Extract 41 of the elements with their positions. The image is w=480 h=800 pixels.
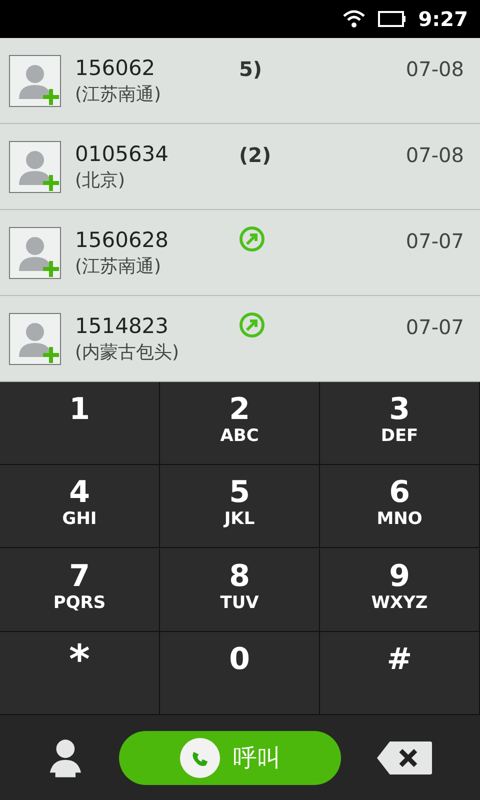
dial-key[interactable]: 8 TUV <box>160 548 320 632</box>
call-date: 07-07 <box>406 228 464 255</box>
dial-key[interactable]: 7 PQRS <box>0 548 160 632</box>
phone-number: 1514823 <box>75 312 170 340</box>
location-label: (北京) <box>75 168 126 192</box>
call-count: 5) <box>239 57 262 81</box>
dial-key[interactable]: 9 WXYZ <box>320 548 480 632</box>
contact-avatar-icon[interactable] <box>9 226 61 278</box>
dial-key[interactable]: 2 ABC <box>160 382 320 465</box>
call-date: 07-08 <box>406 142 464 169</box>
phone-number: 0105634 <box>75 140 170 168</box>
contacts-icon[interactable] <box>48 736 83 778</box>
contact-avatar-icon[interactable] <box>9 54 61 106</box>
call-log-row[interactable]: 0105634 (北京) (2) 07-08 <box>0 124 480 210</box>
call-log-row[interactable]: 1560628 (江苏南通) 07-07 <box>0 210 480 296</box>
dial-key[interactable]: # <box>320 632 480 715</box>
dial-key[interactable]: 5 JKL <box>160 465 320 548</box>
phone-number: 156062 <box>75 54 156 82</box>
dial-key[interactable]: 1 <box>0 382 160 465</box>
battery-icon <box>378 11 406 27</box>
outgoing-call-icon <box>239 226 265 252</box>
dial-key[interactable]: 4 GHI <box>0 465 160 548</box>
location-label: (内蒙古包头) <box>75 340 180 364</box>
wifi-icon <box>342 9 366 29</box>
outgoing-call-icon <box>239 312 265 338</box>
contact-avatar-icon[interactable] <box>9 140 61 192</box>
phone-number: 1560628 <box>75 226 170 254</box>
location-label: (江苏南通) <box>75 254 162 278</box>
dial-key[interactable]: 0 <box>160 632 320 715</box>
call-log-row[interactable]: 156062 (江苏南通) 5) 07-08 <box>0 38 480 124</box>
backspace-icon[interactable] <box>376 740 432 776</box>
contact-avatar-icon[interactable] <box>9 312 61 364</box>
call-date: 07-08 <box>406 56 464 83</box>
location-label: (江苏南通) <box>75 82 162 106</box>
dial-key[interactable]: 6 MNO <box>320 465 480 548</box>
clock: 9:27 <box>418 6 468 33</box>
call-count: (2) <box>239 143 272 167</box>
phone-icon <box>178 736 221 778</box>
dial-key[interactable]: 3 DEF <box>320 382 480 465</box>
dial-key[interactable]: * <box>0 632 160 715</box>
call-date: 07-07 <box>406 314 464 341</box>
